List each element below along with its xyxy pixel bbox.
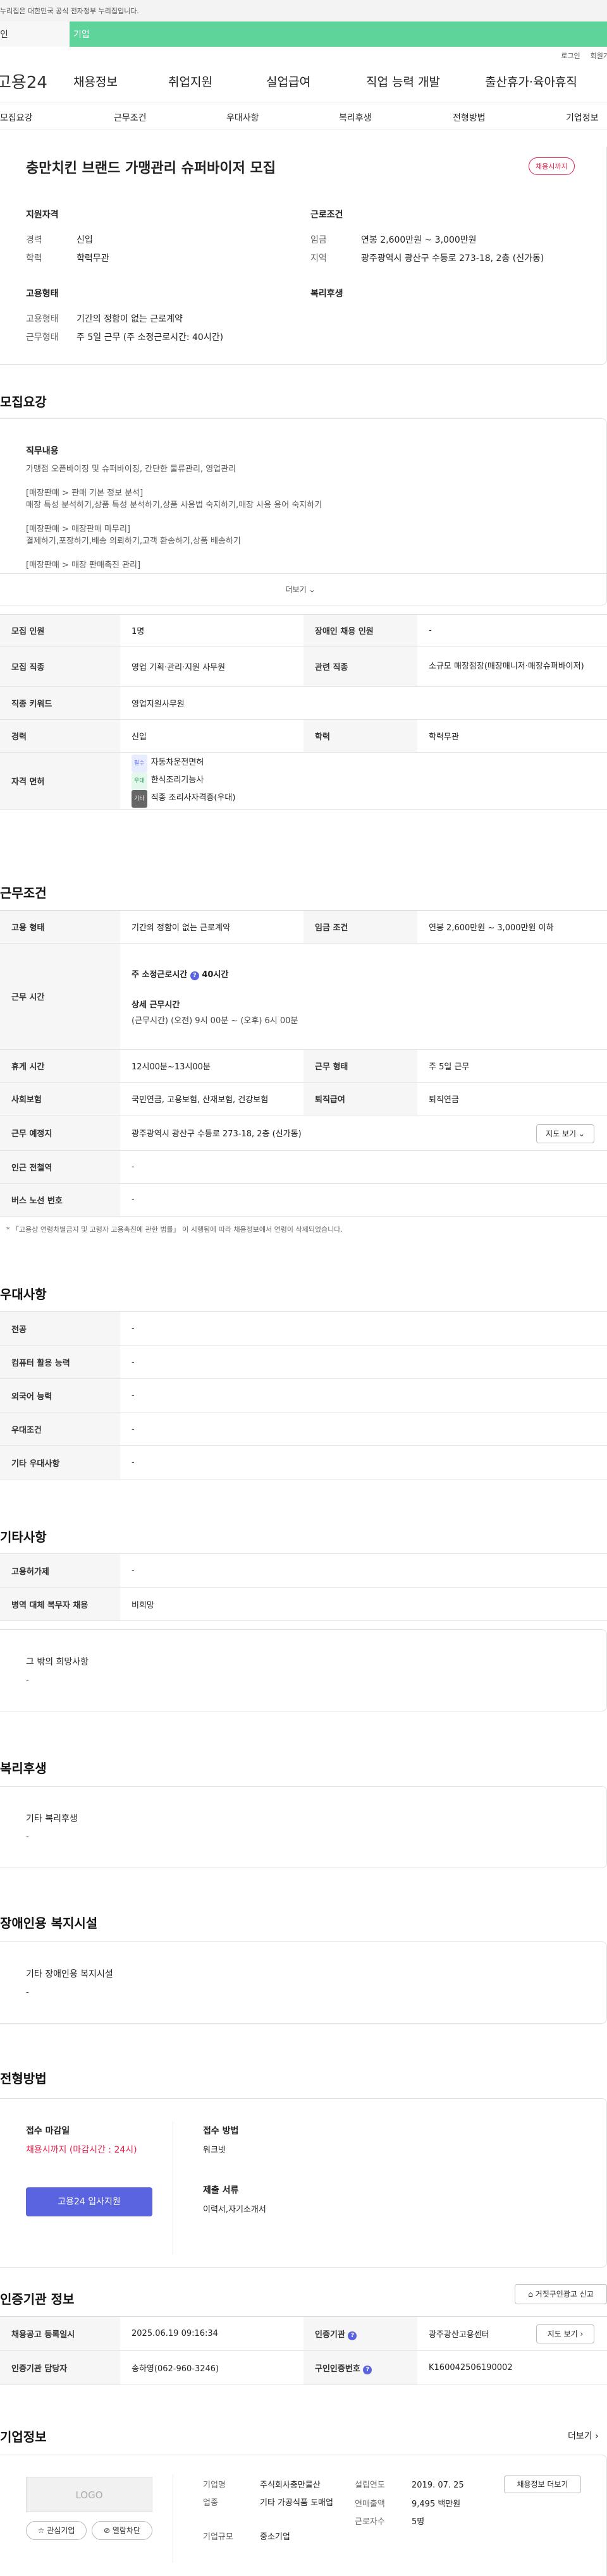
- agency-section-title: 인증기관 정보: [0, 2292, 75, 2307]
- apply-button[interactable]: 고용24 입사지원: [26, 2187, 152, 2216]
- block-view-button[interactable]: ⊘ 열람차단: [92, 2521, 152, 2540]
- info-icon[interactable]: ?: [348, 2331, 357, 2340]
- login-link[interactable]: 로그인: [561, 52, 580, 60]
- etc-section-title: 기타사항: [0, 1529, 47, 1545]
- hours-pair: 근무형태 주 5일 근무 (주 소정근로시간: 40시간): [26, 332, 224, 343]
- gnb-item-unemployment[interactable]: 실업급여: [266, 73, 366, 90]
- company-card: LOGO ☆ 관심기업 ⊘ 열람차단 기업명 주식회사충만물산 업종 기타 가공식품…: [0, 2455, 607, 2576]
- license-item: 필수 자동차운전면허: [132, 754, 596, 772]
- pref-section-title: 우대사항: [0, 1287, 47, 1302]
- tab-company[interactable]: 기업: [70, 21, 607, 47]
- education-pair: 학력 학력무관: [26, 253, 109, 264]
- welfare-title: 복리후생: [310, 289, 343, 299]
- hope-card: 그 밖의 희망사항 -: [0, 1629, 607, 1711]
- employment-type-title: 고용형태: [26, 289, 59, 299]
- top-tabs: 인 기업: [0, 21, 607, 47]
- snb-process[interactable]: 전형방법: [453, 111, 486, 124]
- site-logo[interactable]: 고용24: [0, 70, 49, 93]
- company-more-link[interactable]: 더보기 ›: [568, 2429, 599, 2442]
- deadline-badge: 채용시까지: [529, 157, 575, 175]
- recruit-table: 모집 인원 1명 장애인 채용 인원 - 모집 직종 영업 기획·관리·지원 사무원 관련…: [0, 614, 607, 810]
- process-card: 접수 마감일 채용시까지 (마감시간 : 24시) 고용24 입사지원 접수 방…: [0, 2098, 607, 2268]
- company-section-title: 기업정보: [0, 2429, 47, 2445]
- facility-card: 기타 장애인용 복지시설 -: [0, 1941, 607, 2024]
- gnb-item-jobs[interactable]: 채용정보: [73, 73, 168, 90]
- process-section-title: 전형방법: [0, 2071, 47, 2086]
- global-nav: 고용24 채용정보 취업지원 실업급여 직업 능력 개발 출산휴가·육아휴직: [0, 61, 607, 102]
- section-nav: 모집요강 근무조건 우대사항 복리후생 전형방법 기업정보: [0, 102, 607, 130]
- work-table: 고용 형태 기간의 정함이 없는 근로계약 임금 조건 연봉 2,600만원 ~ 3,…: [0, 910, 607, 1217]
- license-item: 우대 한식조리기능사: [132, 772, 596, 790]
- recruit-section-title: 모집요강: [0, 394, 47, 410]
- duty-more-button[interactable]: 더보기 ⌄: [0, 573, 606, 605]
- info-icon[interactable]: ?: [190, 971, 199, 980]
- deadline-value: 채용시까지 (마감시간 : 24시): [26, 2145, 137, 2155]
- snb-work[interactable]: 근무조건: [114, 111, 147, 124]
- gov-banner: 누리집은 대한민국 공식 전자정부 누리집입니다.: [0, 0, 607, 21]
- etc-table: 고용허가제 - 병역 대체 복무자 채용 비희망: [0, 1553, 607, 1621]
- block-icon: ⊘: [103, 2526, 111, 2535]
- wage-pair: 임금 연봉 2,600만원 ~ 3,000만원: [310, 235, 477, 245]
- qualification-title: 지원자격: [26, 210, 59, 220]
- gnb-item-training[interactable]: 직업 능력 개발: [366, 73, 485, 90]
- home-icon: ⌂: [528, 2290, 533, 2299]
- snb-pref[interactable]: 우대사항: [226, 111, 259, 124]
- snb-company[interactable]: 기업정보: [566, 111, 599, 124]
- utility-bar: 로그인 회원가: [0, 47, 607, 61]
- conditions-title: 근로조건: [310, 210, 343, 220]
- duty-title: 직무내용: [26, 446, 59, 456]
- etype-pair: 고용형태 기간의 정함이 없는 근로계약: [26, 314, 183, 324]
- favorite-company-button[interactable]: ☆ 관심기업: [26, 2521, 87, 2540]
- welfare-card: 기타 복리후생 -: [0, 1786, 607, 1868]
- work-section-title: 근무조건: [0, 885, 47, 901]
- duty-card: 직무내용 가맹점 오픈바이징 및 슈퍼바이징, 간단한 물류관리, 영업관리 […: [0, 418, 607, 605]
- job-title: 충만치킨 브랜드 가맹관리 슈퍼바이저 모집: [26, 161, 276, 176]
- chevron-down-icon: ⌄: [309, 585, 316, 594]
- company-jobs-button[interactable]: 채용정보 더보기: [504, 2476, 581, 2493]
- license-item: 기타 직종 조리사자격증(우대): [132, 789, 596, 808]
- join-link[interactable]: 회원가: [591, 52, 607, 60]
- facility-section-title: 장애인용 복지시설: [0, 1916, 98, 1931]
- career-pair: 경력 신입: [26, 235, 93, 245]
- agency-map-button[interactable]: 지도 보기 ›: [536, 2324, 594, 2343]
- summary-card: 충만치킨 브랜드 가맹관리 슈퍼바이저 모집 채용시까지 지원자격 경력 신입 학…: [0, 147, 607, 365]
- gnb-item-leave[interactable]: 출산휴가·육아휴직: [485, 73, 577, 90]
- tab-personal[interactable]: 인: [0, 21, 70, 47]
- star-icon: ☆: [37, 2526, 45, 2535]
- company-logo: LOGO: [26, 2477, 152, 2512]
- welfare-section-title: 복리후생: [0, 1761, 47, 1776]
- gnb-item-employment-support[interactable]: 취업지원: [168, 73, 266, 90]
- map-button[interactable]: 지도 보기 ⌄: [536, 1124, 594, 1143]
- age-law-note: * 「고용상 연령차별금지 및 고령자 고용촉진에 관한 법률」 이 시행됨에 …: [6, 1225, 343, 1234]
- pref-table: 전공 - 컴퓨터 활용 능력 - 외국어 능력 - 우대조건 - 기타 우대사항 -: [0, 1311, 607, 1479]
- location-pair: 지역 광주광역시 광산구 수등로 273-18, 2층 (신가동): [310, 253, 544, 264]
- snb-welfare[interactable]: 복리후생: [339, 111, 372, 124]
- snb-recruit[interactable]: 모집요강: [0, 111, 33, 124]
- report-fake-ad-button[interactable]: ⌂ 거짓구인광고 신고: [515, 2284, 607, 2304]
- duty-text: 가맹점 오픈바이징 및 슈퍼바이징, 간단한 물류관리, 영업관리 [매장판매 …: [26, 465, 322, 570]
- info-icon[interactable]: ?: [363, 2365, 372, 2374]
- agency-table: 채용공고 등록일시 2025.06.19 09:16:34 인증기관 ? 광주광산고용…: [0, 2316, 607, 2385]
